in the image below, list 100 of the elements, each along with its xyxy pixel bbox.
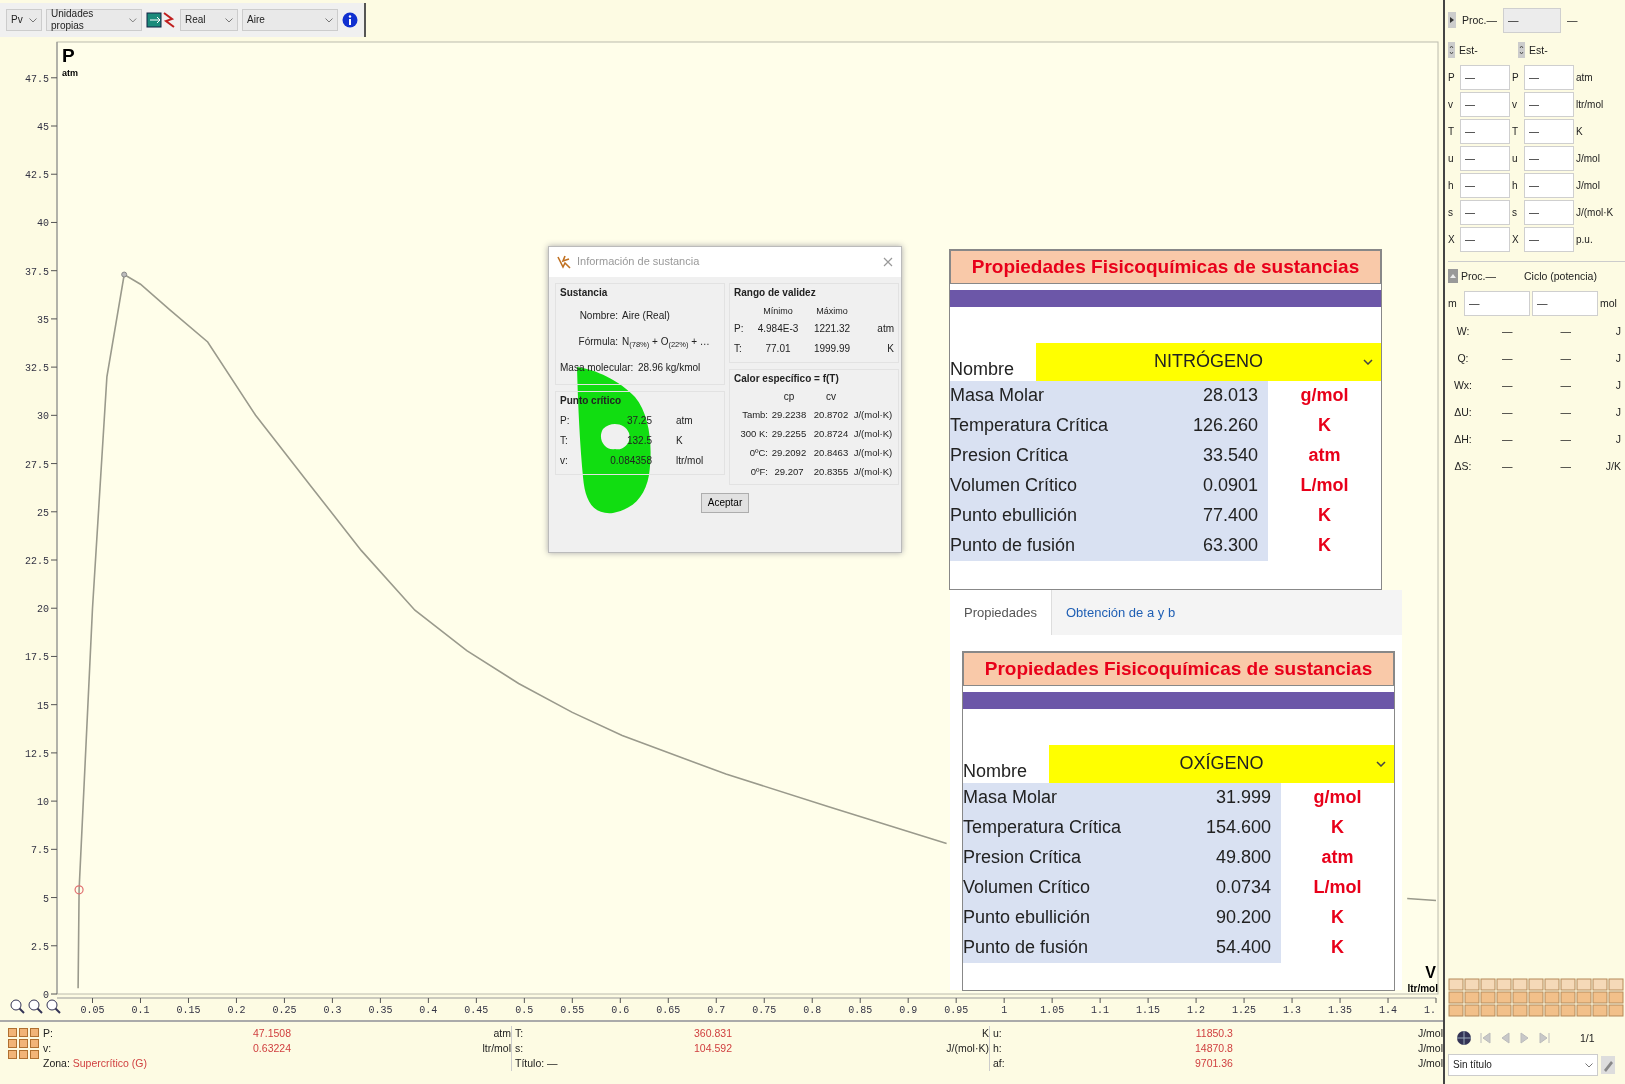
group-title: Sustancia — [560, 287, 609, 299]
axis-title: V — [1425, 964, 1436, 981]
unit-label: J/mol — [1416, 1057, 1443, 1070]
quantity-value: — — [1501, 460, 1514, 473]
field-value: 104.592 — [693, 1042, 732, 1055]
axis-tick-label: 0.65 — [656, 1005, 681, 1016]
column-header: Mínimo — [762, 305, 794, 317]
unit-label: J/(mol·K) — [852, 427, 894, 440]
field-value: 29.2238 — [770, 408, 808, 421]
unit-label: ltr/mol — [1576, 98, 1605, 111]
field-label: P: — [560, 415, 571, 427]
unit-label: atm — [1307, 444, 1342, 468]
unit-label: atm — [492, 1027, 511, 1040]
unit-label: atm — [1576, 71, 1594, 84]
unit-label: J — [1614, 433, 1622, 446]
field-label: af: — [992, 1057, 1006, 1070]
field-label: v: — [560, 455, 569, 467]
quantity-label: ΔS: — [1453, 460, 1473, 473]
axis-tick-label: 30 — [37, 411, 49, 423]
quantity-value: — — [1501, 325, 1514, 338]
axis-tick-label: 0.5 — [515, 1005, 534, 1016]
field-label: Fórmula: — [577, 336, 619, 348]
field-label: Tamb: — [741, 408, 768, 421]
unit-label: K — [1317, 504, 1332, 528]
quantity-value: — — [1501, 352, 1514, 365]
field-value: 11850.3 — [1194, 1027, 1233, 1040]
unit-label: K — [1330, 906, 1345, 930]
quantity-value: — — [1559, 406, 1572, 419]
title-text: Título: — — [515, 1057, 559, 1070]
quantity-label: Wx: — [1452, 379, 1474, 392]
unit-label: K — [1576, 125, 1584, 138]
field-label: P: — [734, 323, 745, 335]
state-label: Est- — [1459, 43, 1478, 57]
property-label: Punto de fusión — [950, 531, 1150, 561]
quantity-value: — — [1501, 406, 1514, 419]
field-value: 1221.32 — [812, 323, 852, 335]
field-value: 77.01 — [764, 343, 792, 355]
quantity-label: Q: — [1456, 352, 1470, 365]
column-header: cv — [825, 391, 837, 403]
axis-tick-label: 0.4 — [419, 1005, 438, 1016]
quantity-value: — — [1559, 460, 1572, 473]
property-value: 54.400 — [1163, 933, 1281, 963]
quantity-value: — — [1559, 325, 1572, 338]
symbol-label: T — [1512, 125, 1520, 138]
symbol-label: X — [1512, 233, 1520, 246]
field-label: 0ºC: — [748, 446, 768, 459]
unit-label: K — [886, 343, 894, 355]
axis-tick-label: 27.5 — [25, 459, 49, 471]
axis-tick-label: 0.8 — [803, 1005, 822, 1016]
unit-label: L/mol — [1299, 474, 1350, 498]
field-label: Masa molecular: — [560, 362, 635, 374]
axis-tick-label: 17.5 — [25, 652, 49, 664]
dialog-title: Información de sustancia — [577, 255, 701, 269]
axis-tick-label: 35 — [37, 314, 49, 326]
field-label: h: — [992, 1042, 1003, 1055]
quantity-value: — — [1559, 433, 1572, 446]
axis-tick-label: 42.5 — [25, 170, 49, 182]
axis-tick-label: 1.1 — [1091, 1005, 1110, 1016]
symbol-label: s — [1448, 206, 1454, 219]
axis-tick-label: 7.5 — [31, 845, 49, 857]
symbol-label: v — [1448, 98, 1454, 111]
field-label: u: — [992, 1027, 1003, 1040]
field-value: 0.63224 — [252, 1042, 291, 1055]
property-label: Volumen Crítico — [950, 471, 1150, 501]
axis-tick-label: 2.5 — [31, 941, 49, 953]
quantity-value: — — [1501, 433, 1514, 446]
axis-title: P — [62, 45, 75, 66]
field-value: 360.831 — [693, 1027, 732, 1040]
quantity-label: ΔU: — [1453, 406, 1473, 419]
property-label: Volumen Crítico — [963, 873, 1163, 903]
axis-tick-label: 37.5 — [25, 266, 49, 278]
field-value: 20.8355 — [812, 465, 850, 478]
property-value: 77.400 — [1150, 501, 1268, 531]
field-label: 300 K: — [739, 427, 768, 440]
field-value: 20.8702 — [812, 408, 850, 421]
axis-tick-label: 1.4 — [1379, 1005, 1398, 1016]
panel-title: Propiedades Fisicoquímicas de sustancias — [950, 250, 1381, 284]
unit-label: J/(mol·K) — [852, 408, 894, 421]
axis-tick-label: 0.6 — [611, 1005, 630, 1016]
field-value: 14870.8 — [1194, 1042, 1233, 1055]
field-label: s: — [515, 1042, 525, 1055]
quantity-value: — — [1501, 379, 1514, 392]
property-value: 154.600 — [1163, 813, 1281, 843]
state-label: Est- — [1529, 43, 1548, 57]
symbol-label: m — [1448, 296, 1458, 310]
property-label: Masa Molar — [963, 783, 1163, 813]
axis-tick-label: 47.5 — [25, 73, 49, 85]
property-label: Presion Crítica — [963, 843, 1163, 873]
unit-label: K — [1330, 816, 1345, 840]
quantity-value: — — [1559, 352, 1572, 365]
unit-label: J/mol — [1576, 152, 1601, 165]
field-value: N$_{(78%)}$ + O$_{(22%)}$ + … — [622, 336, 711, 348]
field-label: P: — [43, 1027, 54, 1040]
unit-label: J — [1614, 406, 1622, 419]
field-label: T: — [734, 343, 743, 355]
section-label: Ciclo (potencia) — [1524, 269, 1598, 283]
field-label: 0ºF: — [749, 465, 768, 478]
unit-label: J — [1614, 379, 1622, 392]
quantity-label: ΔH: — [1453, 433, 1473, 446]
axis-tick-label: 0.3 — [323, 1005, 342, 1016]
